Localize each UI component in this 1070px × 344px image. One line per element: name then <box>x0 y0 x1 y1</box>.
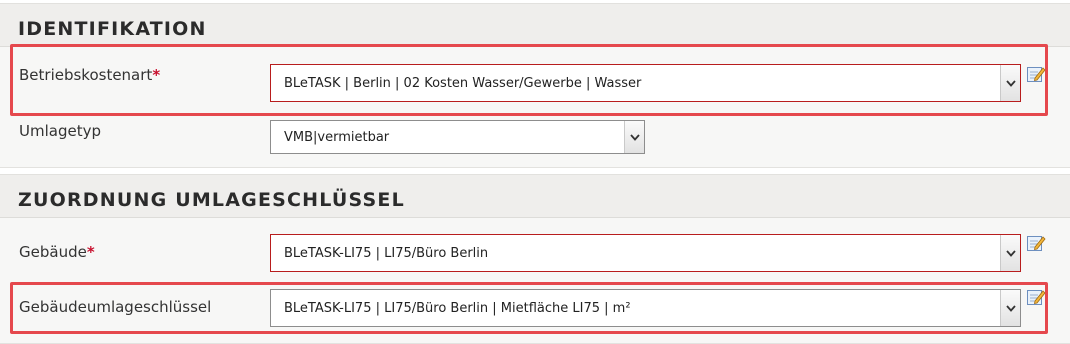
edit-pencil-icon[interactable] <box>1026 64 1046 84</box>
required-marker: * <box>86 243 95 261</box>
edit-pencil-icon[interactable] <box>1026 287 1046 307</box>
section-header-identifikation: IDENTIFIKATION <box>0 3 1070 47</box>
gebaeudeumlageschluessel-select[interactable]: BLeTASK-LI75 | LI75/Büro Berlin | Mietfl… <box>270 289 1021 327</box>
chevron-down-icon[interactable] <box>1000 65 1020 101</box>
gebaeude-select[interactable]: BLeTASK-LI75 | LI75/Büro Berlin <box>270 234 1021 272</box>
section-title-zuordnung: ZUORDNUNG UMLAGESCHLÜSSEL <box>18 189 405 211</box>
gebaeudeumlageschluessel-label: Gebäudeumlageschlüssel <box>19 298 212 316</box>
betriebskostenart-select[interactable]: BLeTASK | Berlin | 02 Kosten Wasser/Gewe… <box>270 64 1021 102</box>
section-body-identifikation: Betriebskostenart* BLeTASK | Berlin | 02… <box>0 47 1070 168</box>
edit-pencil-icon[interactable] <box>1026 233 1046 253</box>
chevron-down-icon[interactable] <box>1000 235 1020 271</box>
gebaeude-select-value: BLeTASK-LI75 | LI75/Büro Berlin <box>284 245 489 261</box>
betriebskostenart-label: Betriebskostenart* <box>19 66 161 84</box>
gebaeude-label: Gebäude* <box>19 243 95 261</box>
gebaeudeumlageschluessel-select-value: BLeTASK-LI75 | LI75/Büro Berlin | Mietfl… <box>284 300 631 316</box>
chevron-down-icon[interactable] <box>624 121 644 153</box>
section-header-zuordnung: ZUORDNUNG UMLAGESCHLÜSSEL <box>0 174 1070 218</box>
section-title-identifikation: IDENTIFIKATION <box>18 18 207 40</box>
umlagetyp-select[interactable]: VMB|vermietbar <box>270 120 645 154</box>
betriebskostenart-select-value: BLeTASK | Berlin | 02 Kosten Wasser/Gewe… <box>284 75 642 91</box>
section-body-zuordnung: Gebäude* BLeTASK-LI75 | LI75/Büro Berlin… <box>0 218 1070 344</box>
umlagetyp-select-value: VMB|vermietbar <box>284 129 390 145</box>
umlagetyp-label: Umlagetyp <box>19 122 101 140</box>
chevron-down-icon[interactable] <box>1000 290 1020 326</box>
required-marker: * <box>152 66 161 84</box>
